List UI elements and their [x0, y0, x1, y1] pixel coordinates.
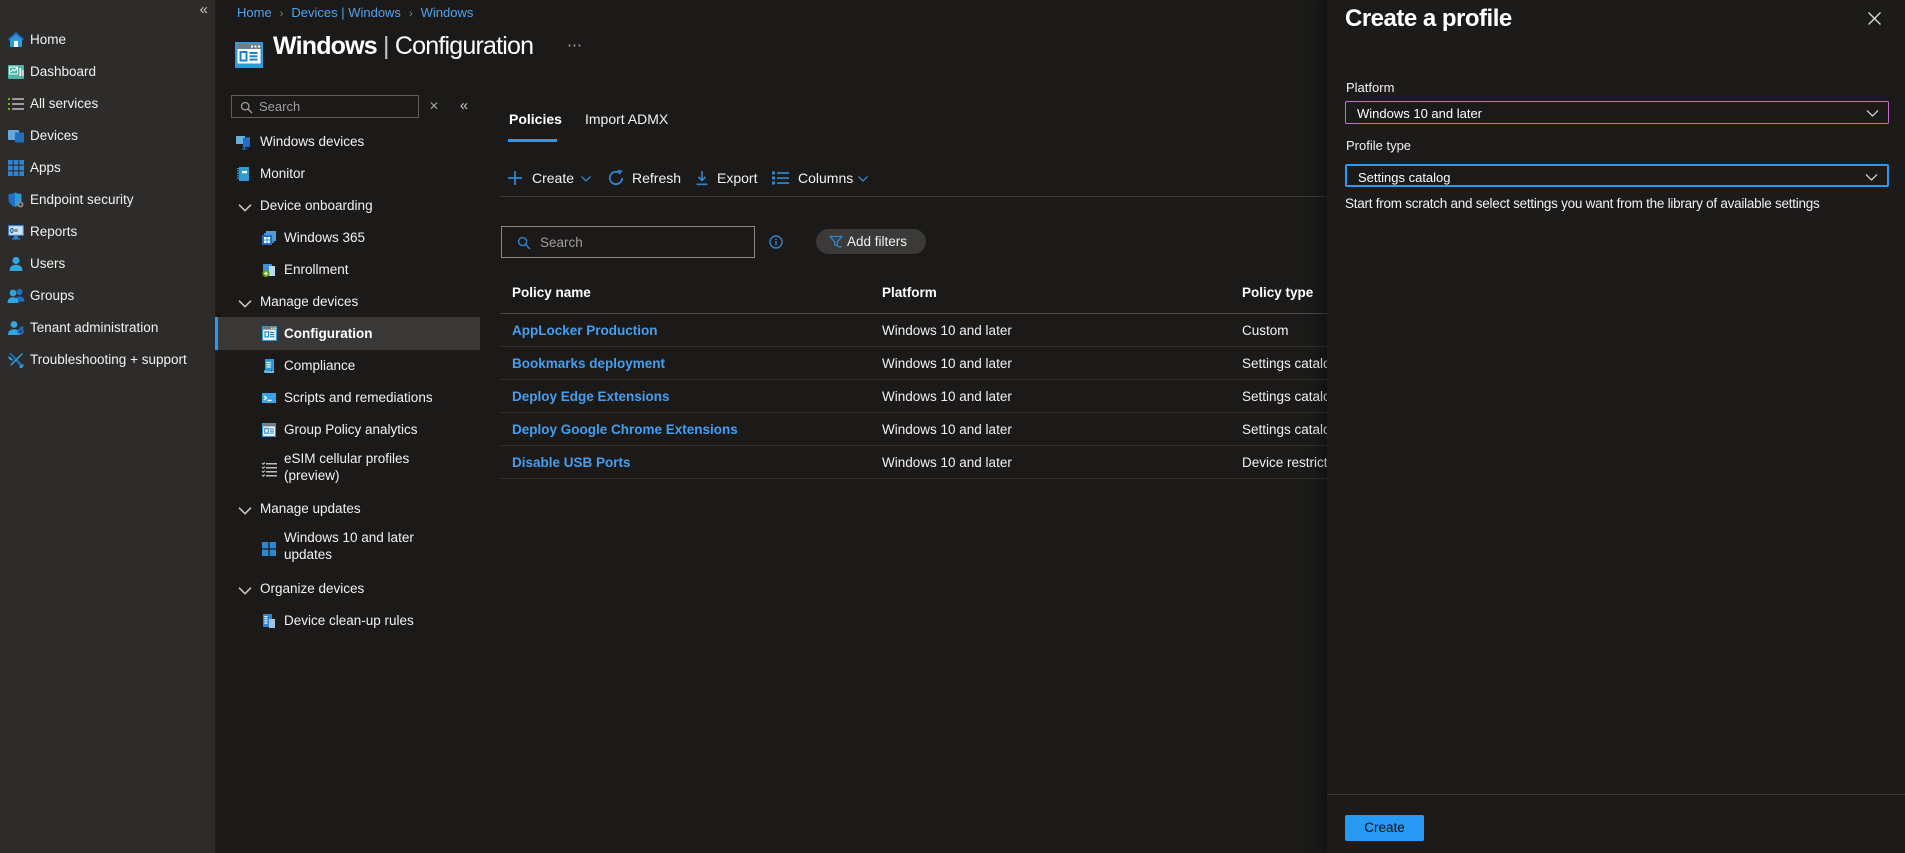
- svg-text:0≡: 0≡: [10, 228, 18, 235]
